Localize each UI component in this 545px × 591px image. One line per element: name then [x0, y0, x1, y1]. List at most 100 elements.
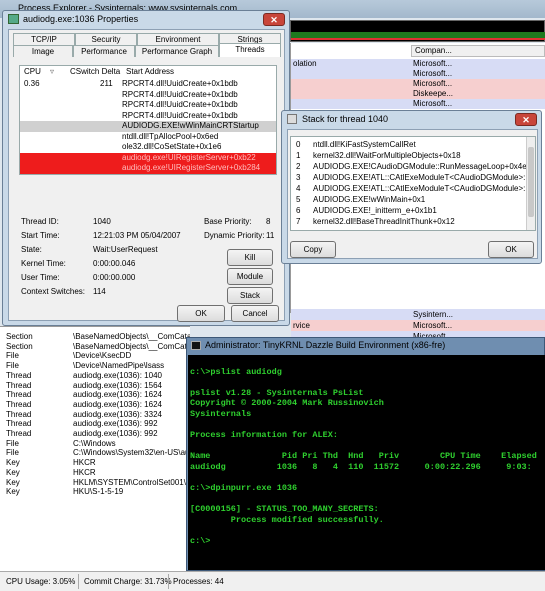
state-value: Wait:UserRequest: [93, 245, 158, 254]
stack-frame-row[interactable]: 5 AUDIODG.EXE!wWinMain+0x1: [291, 194, 527, 205]
tab-security[interactable]: Security: [75, 33, 137, 45]
process-row[interactable]: olation Microsoft...: [291, 59, 545, 69]
stack-frame-row[interactable]: 7 kernel32.dll!BaseThreadInitThunk+0x12: [291, 216, 527, 227]
handle-row[interactable]: Thread audiodg.exe(1036): 1624: [0, 390, 190, 400]
thread-id-label: Thread ID:: [21, 217, 59, 226]
handle-row[interactable]: Thread audiodg.exe(1036): 992: [0, 429, 190, 439]
stack-title: Stack for thread 1040: [302, 114, 389, 124]
cancel-button[interactable]: Cancel: [231, 305, 279, 322]
stack-frame-text: AUDIODG.EXE!_initterm_e+0x1b1: [313, 206, 437, 215]
stack-close-icon[interactable]: ✕: [515, 113, 537, 126]
handle-type: File: [6, 448, 19, 458]
terminal-line: c:\>dpinpurr.exe 1036: [190, 483, 298, 494]
handle-row[interactable]: Thread audiodg.exe(1036): 992: [0, 419, 190, 429]
thread-row[interactable]: RPCRT4.dll!UuidCreate+0x1bdb: [20, 100, 276, 111]
stack-frame-row[interactable]: 1 kernel32.dll!WaitForMultipleObjects+0x1…: [291, 150, 527, 161]
handle-type: Thread: [6, 419, 32, 429]
handle-row[interactable]: Key HKCR: [0, 458, 190, 468]
thread-list: CPU ▿ CSwitch Delta Start Address 0.36 21…: [19, 65, 277, 175]
copy-button[interactable]: Copy: [290, 241, 336, 258]
terminal-output[interactable]: c:\>pslist audiodg pslist v1.28 - Sysinte…: [188, 355, 545, 570]
process-row[interactable]: Diskeepe...: [291, 89, 545, 99]
stack-frame-row[interactable]: 2 AUDIODG.EXE!CAudioDGModule::RunMessageL…: [291, 161, 527, 172]
handle-row[interactable]: File C:\Windows: [0, 439, 190, 449]
stack-frame-row[interactable]: 6 AUDIODG.EXE!_initterm_e+0x1b1: [291, 205, 527, 216]
stack-frame-text: AUDIODG.EXE!ATL::CAtlExeModuleT<CAudioDG…: [313, 184, 527, 193]
handle-name: C:\Windows\System32\en-US\aud: [73, 448, 190, 458]
handle-name: audiodg.exe(1036): 3324: [73, 409, 162, 419]
process-row[interactable]: rvice Microsoft...: [291, 320, 545, 331]
tab-performance-graph[interactable]: Performance Graph: [135, 45, 219, 57]
col-start-address[interactable]: Start Address: [126, 67, 174, 76]
stack-frame-index: 5: [296, 195, 301, 204]
thread-start-address: RPCRT4.dll!UuidCreate+0x1bdb: [122, 79, 238, 88]
cpu-graph-strip: [290, 20, 545, 42]
stack-frame-row[interactable]: 3 AUDIODG.EXE!ATL::CAtlExeModuleT<CAudioD…: [291, 172, 527, 183]
stack-icon: [287, 114, 297, 124]
handle-name: audiodg.exe(1036): 1624: [73, 399, 162, 409]
thread-row[interactable]: audiodg.exe!UIRegisterServer+0xb284: [20, 163, 276, 174]
thread-row[interactable]: RPCRT4.dll!UuidCreate+0x1bdb: [20, 90, 276, 101]
thread-row[interactable]: RPCRT4.dll!UuidCreate+0x1bdb: [20, 111, 276, 122]
handle-type: Section: [6, 341, 33, 351]
handle-type: Thread: [6, 370, 32, 380]
handle-row[interactable]: File \Device\NamedPipe\lsass: [0, 361, 190, 371]
stack-ok-button[interactable]: OK: [488, 241, 534, 258]
handle-row[interactable]: Thread audiodg.exe(1036): 3324: [0, 410, 190, 420]
terminal-window: Administrator: TinyKRNL Dazzle Build Env…: [186, 337, 545, 571]
thread-row[interactable]: ntdll.dll!TpAllocPool+0x6ed: [20, 132, 276, 143]
start-time-label: Start Time:: [21, 231, 60, 240]
ok-button[interactable]: OK: [177, 305, 225, 322]
process-row[interactable]: Microsoft...: [291, 79, 545, 89]
stack-button[interactable]: Stack: [227, 287, 273, 304]
process-row[interactable]: Microsoft...: [291, 99, 545, 109]
process-row[interactable]: Sysintern...: [291, 309, 545, 320]
handle-row[interactable]: Section \BaseNamedObjects\__ComCatalogCac…: [0, 332, 190, 342]
thread-row[interactable]: AUDIODG.EXE!wWinMainCRTStartup: [20, 121, 276, 132]
company-column-header[interactable]: Compan...: [411, 45, 545, 57]
state-label: State:: [21, 245, 42, 254]
stack-body: 0 ntdll.dll!KiFastSystemCallRet 1 kernel32.…: [287, 129, 538, 259]
thread-row[interactable]: 0.36 211 RPCRT4.dll!UuidCreate+0x1bdb: [20, 79, 276, 90]
process-row-name: rvice: [293, 321, 310, 330]
handle-row[interactable]: Thread audiodg.exe(1036): 1624: [0, 400, 190, 410]
tab-performance[interactable]: Performance: [73, 45, 135, 57]
stack-frame-row[interactable]: 0 ntdll.dll!KiFastSystemCallRet: [291, 139, 527, 150]
tab-image[interactable]: Image: [13, 45, 73, 57]
handle-row[interactable]: File \Device\KsecDD: [0, 351, 190, 361]
module-button[interactable]: Module: [227, 268, 273, 285]
handle-name: audiodg.exe(1036): 1040: [73, 370, 162, 380]
thread-row[interactable]: audiodg.exe!UIRegisterServer+0xb22: [20, 152, 276, 163]
handle-type: Key: [6, 487, 20, 497]
context-switches-label: Context Switches:: [21, 287, 86, 296]
thread-list-header: CPU ▿ CSwitch Delta Start Address: [20, 67, 276, 78]
handle-type: Section: [6, 332, 33, 341]
tab-threads[interactable]: Threads: [219, 43, 281, 57]
kernel-time-label: Kernel Time:: [21, 259, 66, 268]
handle-row[interactable]: File C:\Windows\System32\en-US\aud: [0, 448, 190, 458]
handle-row[interactable]: Key HKCR: [0, 468, 190, 478]
handle-row[interactable]: Key HKLM\SYSTEM\ControlSet001\C: [0, 478, 190, 488]
col-cswitch[interactable]: CSwitch Delta: [70, 67, 120, 76]
handle-row[interactable]: Thread audiodg.exe(1036): 1040: [0, 371, 190, 381]
tab-tcpip[interactable]: TCP/IP: [13, 33, 75, 45]
stack-frame-index: 1: [296, 151, 301, 160]
handle-row[interactable]: Key HKU\S-1-5-19: [0, 487, 190, 497]
col-cpu[interactable]: CPU: [24, 67, 41, 76]
handle-row[interactable]: Thread audiodg.exe(1036): 1564: [0, 381, 190, 391]
terminal-line: Sysinternals: [190, 408, 252, 419]
handle-name: HKU\S-1-5-19: [73, 487, 124, 497]
handle-row[interactable]: Section \BaseNamedObjects\__ComCatalogCac…: [0, 342, 190, 352]
thread-cswitch: 211: [100, 79, 113, 88]
close-icon[interactable]: ✕: [263, 13, 285, 26]
handle-name: HKCR: [73, 458, 96, 468]
tab-environment[interactable]: Environment: [137, 33, 219, 45]
process-row[interactable]: Microsoft...: [291, 69, 545, 79]
stack-scrollbar[interactable]: [526, 137, 535, 230]
stack-frame-row[interactable]: 4 AUDIODG.EXE!ATL::CAtlExeModuleT<CAudioD…: [291, 183, 527, 194]
kill-button[interactable]: Kill: [227, 249, 273, 266]
thread-row[interactable]: ole32.dll!CoSetState+0x1e6: [20, 142, 276, 153]
